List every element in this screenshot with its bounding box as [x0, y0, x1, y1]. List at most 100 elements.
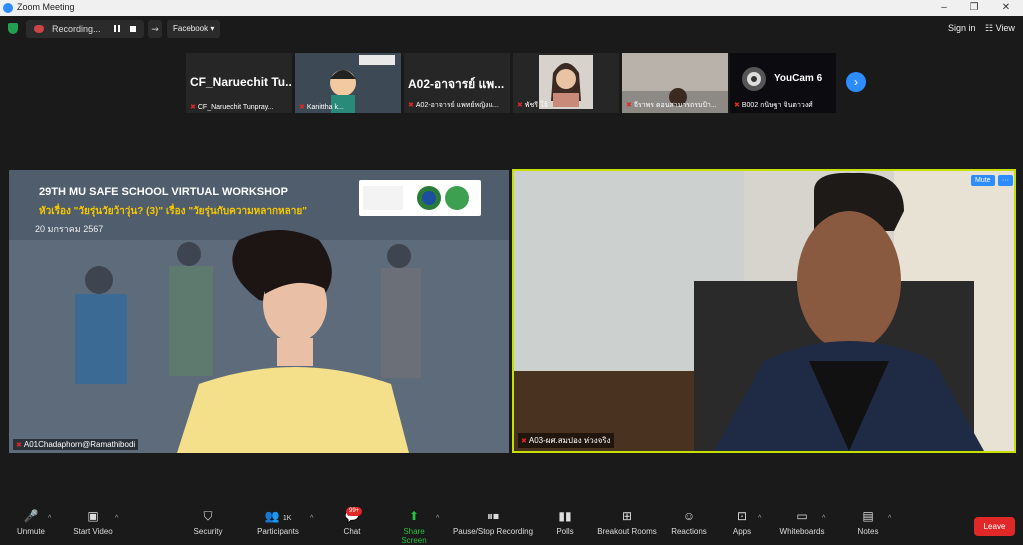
security-button[interactable]: ⛉ Security	[190, 509, 226, 536]
whiteboards-button[interactable]: ▭ Whiteboards	[778, 509, 826, 536]
mic-muted-icon: ✖	[190, 104, 196, 111]
mic-muted-icon: ✖	[734, 102, 740, 109]
chat-label: Chat	[343, 527, 361, 536]
speaker-video	[514, 171, 1014, 451]
participant-name-label: ✖ A01Chadaphorn@Ramathibodi	[13, 439, 139, 450]
participant-tile[interactable]: A02-อาจารย์ แพ... ✖ A02-อาจารย์ แพทย์หญิง…	[404, 53, 510, 113]
participant-tile[interactable]: YouCam 6 ✖ B002 กนิษฐา จินตาวงศ์	[730, 53, 836, 113]
security-label: Security	[193, 527, 223, 536]
stop-recording-icon[interactable]	[130, 26, 136, 32]
shield-icon: ⛉	[203, 509, 213, 523]
mute-participant-button[interactable]: Mute	[971, 175, 995, 186]
sign-in-link[interactable]: Sign in	[948, 23, 976, 33]
slide-title: 29TH MU SAFE SCHOOL VIRTUAL WORKSHOP	[39, 186, 288, 198]
participant-tile[interactable]: ✖ Kanittha k...	[295, 53, 401, 113]
mic-muted-icon: ✖	[299, 104, 305, 111]
polls-icon: ▮▮	[558, 509, 572, 523]
participant-name: ✖ จีราพร ดอนสามารถรบป้า...	[626, 102, 717, 109]
share-options-caret-icon[interactable]: ^	[436, 515, 439, 522]
participant-name: ✖ B002 กนิษฐา จินตาวงศ์	[734, 102, 813, 109]
stream-destination-label: Facebook	[173, 24, 209, 33]
pause-stop-recording-button[interactable]: ⏸⏹ Pause/Stop Recording	[452, 509, 534, 536]
close-icon[interactable]: ✕	[996, 2, 1016, 13]
notes-button[interactable]: ▤ Notes	[856, 509, 880, 536]
chat-button[interactable]: 💬 99+ Chat	[338, 507, 366, 536]
view-button[interactable]: ☷ View	[985, 23, 1015, 34]
live-stream-icon[interactable]: ⇝	[148, 20, 162, 38]
audio-options-caret-icon[interactable]: ^	[48, 515, 51, 522]
maximize-icon[interactable]: ❐	[964, 2, 984, 13]
window-title: Zoom Meeting	[17, 2, 75, 12]
logo-group-icon	[363, 186, 469, 210]
share-screen-button[interactable]: ⬆ Share Screen	[390, 509, 438, 545]
mic-muted-icon: ✖	[626, 102, 632, 109]
breakout-rooms-icon: ⊞	[621, 509, 633, 523]
participant-big-name: CF_Naruechit Tu...	[190, 75, 292, 89]
whiteboards-options-caret-icon[interactable]: ^	[822, 515, 825, 522]
video-tile-right-active-speaker[interactable]: Mute ··· ✖ A03-ผศ.สมปอง ห่วงจริง	[512, 169, 1016, 453]
participant-name: ✖ CF_Naruechit Tunpray...	[190, 104, 274, 111]
participant-name: ✖ A02-อาจารย์ แพทย์หญิงแ...	[408, 102, 499, 109]
participant-tile[interactable]: ✖ พัชรี โจ้	[513, 53, 619, 113]
recording-indicator: Recording...	[26, 20, 144, 38]
leave-button[interactable]: Leave	[974, 517, 1015, 536]
minimize-icon[interactable]: –	[934, 2, 954, 13]
participants-options-caret-icon[interactable]: ^	[310, 515, 313, 522]
start-video-button[interactable]: ▣ Start Video	[70, 509, 116, 536]
participant-tile[interactable]: ✖ จีราพร ดอนสามารถรบป้า...	[622, 53, 728, 113]
video-tile-left[interactable]: 29TH MU SAFE SCHOOL VIRTUAL WORKSHOP หัว…	[9, 170, 509, 453]
window-titlebar: Zoom Meeting – ❐ ✕	[0, 0, 1023, 16]
mic-muted-icon: ✖	[408, 102, 414, 109]
zoom-logo-icon	[3, 3, 13, 13]
more-options-caret-icon[interactable]: ^	[888, 515, 891, 522]
reactions-icon: ☺	[682, 509, 696, 523]
mic-muted-icon: ✖	[521, 438, 527, 445]
chat-unread-badge: 99+	[346, 507, 363, 516]
organization-logos	[359, 180, 481, 216]
pause-stop-recording-label: Pause/Stop Recording	[452, 527, 534, 536]
more-options-button[interactable]: ···	[998, 175, 1013, 186]
meeting-toolbar: 🎤 Unmute ^ ▣ Start Video ^ ⛉ Security 👥 …	[0, 503, 1023, 545]
pause-stop-icon: ⏸⏹	[486, 509, 499, 523]
participants-button[interactable]: 👥 1K Participants	[254, 509, 302, 536]
whiteboard-icon: ▭	[796, 509, 808, 523]
mic-muted-icon: ✖	[517, 102, 523, 109]
polls-button[interactable]: ▮▮ Polls	[552, 509, 578, 536]
slide-date: 20 มกราคม 2567	[35, 224, 104, 234]
next-page-chevron-icon[interactable]: ›	[846, 72, 866, 92]
participants-label: Participants	[257, 527, 299, 536]
chat-icon: 💬 99+	[338, 507, 366, 523]
participant-tile[interactable]: CF_Naruechit Tu... ✖ CF_Naruechit Tunpray…	[186, 53, 292, 113]
stream-destination-dropdown[interactable]: Facebook ▾	[167, 20, 221, 38]
unmute-button[interactable]: 🎤 Unmute	[14, 509, 48, 536]
pause-recording-icon[interactable]	[112, 24, 122, 34]
encryption-shield-icon[interactable]	[8, 23, 18, 34]
share-screen-icon: ⬆	[408, 509, 420, 523]
apps-options-caret-icon[interactable]: ^	[758, 515, 761, 522]
mic-off-icon: 🎤	[23, 509, 39, 523]
youcam-overlay-text: YouCam 6	[774, 73, 823, 84]
whiteboards-label: Whiteboards	[779, 527, 825, 536]
reactions-label: Reactions	[671, 527, 707, 536]
notes-label: Notes	[857, 527, 879, 536]
recording-label: Recording...	[52, 24, 101, 34]
apps-button[interactable]: ⊡ Apps	[730, 509, 754, 536]
video-options-caret-icon[interactable]: ^	[115, 515, 118, 522]
breakout-rooms-label: Breakout Rooms	[597, 527, 657, 536]
notes-icon: ▤	[862, 509, 874, 523]
mic-muted-icon: ✖	[16, 442, 22, 449]
unmute-label: Unmute	[16, 527, 45, 536]
participant-name: ✖ Kanittha k...	[299, 104, 344, 111]
view-label: View	[995, 23, 1015, 33]
participant-name: ✖ พัชรี โจ้	[517, 102, 548, 109]
apps-label: Apps	[732, 527, 752, 536]
breakout-rooms-button[interactable]: ⊞ Breakout Rooms	[596, 509, 658, 536]
participant-big-name: A02-อาจารย์ แพ...	[408, 77, 505, 91]
video-off-icon: ▣	[87, 509, 99, 523]
participants-count: 1K	[282, 515, 292, 522]
reactions-button[interactable]: ☺ Reactions	[670, 509, 708, 536]
polls-label: Polls	[556, 527, 574, 536]
cloud-record-icon	[34, 25, 44, 33]
meeting-topbar: Recording... ⇝ Facebook ▾ Sign in ☷ View	[0, 16, 1023, 42]
participants-icon: 👥 1K	[264, 509, 292, 523]
